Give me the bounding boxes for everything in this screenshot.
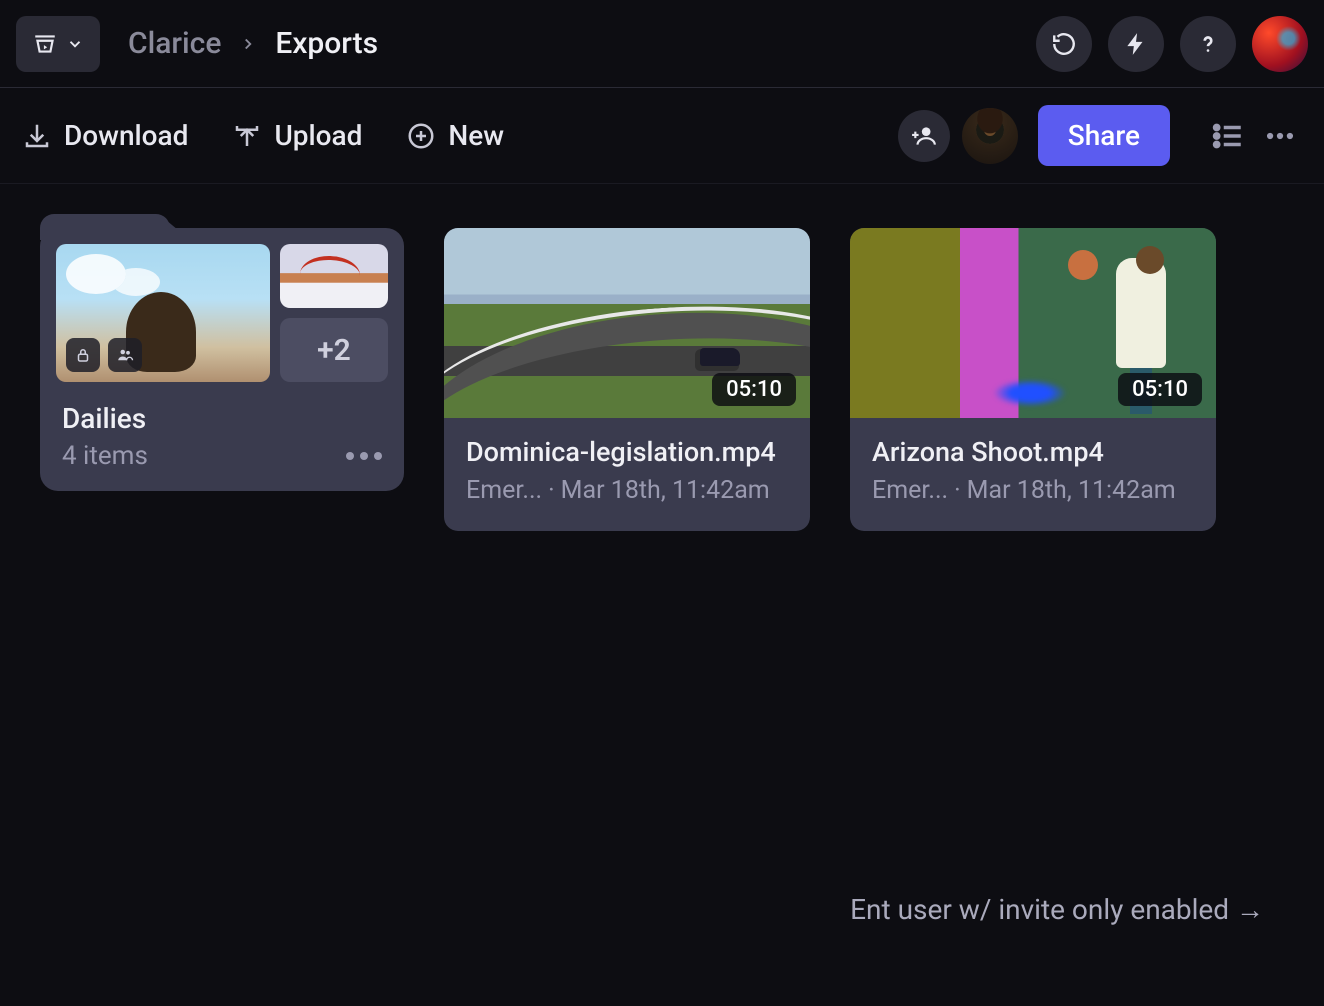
video-uploader: Emer... (466, 476, 542, 505)
lightning-icon (1123, 31, 1149, 57)
share-label: Share (1068, 119, 1140, 152)
lock-icon (66, 338, 100, 372)
new-button[interactable]: New (406, 119, 504, 152)
folder-thumbnail-group: +2 (56, 244, 388, 382)
video-title: Arizona Shoot.mp4 (872, 436, 1194, 468)
download-button[interactable]: Download (22, 119, 188, 152)
app-switcher[interactable] (16, 16, 100, 72)
action-bar: Download Upload New Share (0, 88, 1324, 184)
collaborator-avatar[interactable] (962, 108, 1018, 164)
breadcrumb: Clarice Exports (128, 26, 378, 61)
help-button[interactable] (1180, 16, 1236, 72)
folder-thumb-secondary (280, 244, 388, 308)
more-horizontal-icon (1263, 119, 1297, 153)
share-button[interactable]: Share (1038, 105, 1170, 166)
folder-more-count: +2 (280, 318, 388, 382)
footer-note: Ent user w/ invite only enabled → (850, 893, 1264, 926)
duration-badge: 05:10 (1118, 373, 1202, 406)
upload-label: Upload (274, 119, 362, 152)
folder-tab-decoration (40, 214, 170, 240)
add-collaborator-button[interactable] (898, 110, 950, 162)
new-label: New (448, 119, 504, 152)
app-logo-icon (32, 31, 58, 57)
refresh-button[interactable] (1036, 16, 1092, 72)
video-meta: Emer...·Mar 18th, 11:42am (872, 476, 1194, 505)
download-label: Download (64, 119, 188, 152)
folder-more-button[interactable] (346, 452, 388, 460)
plus-circle-icon (406, 121, 436, 151)
video-uploader: Emer... (872, 476, 948, 505)
download-icon (22, 121, 52, 151)
transfers-button[interactable] (1108, 16, 1164, 72)
content-grid: +2 Dailies 4 items 05:10 Dominica-legisl… (0, 184, 1324, 575)
video-timestamp: Mar 18th, 11:42am (561, 476, 770, 505)
video-thumbnail: 05:10 (444, 228, 810, 418)
add-user-icon (911, 123, 937, 149)
shared-icon (108, 338, 142, 372)
folder-card-dailies[interactable]: +2 Dailies 4 items (40, 228, 404, 491)
duration-badge: 05:10 (712, 373, 796, 406)
breadcrumb-parent[interactable]: Clarice (128, 26, 221, 61)
folder-item-count: 4 items (62, 441, 148, 471)
video-card-dominica[interactable]: 05:10 Dominica-legislation.mp4 Emer...·M… (444, 228, 810, 531)
list-view-toggle[interactable] (1206, 114, 1250, 158)
upload-icon (232, 121, 262, 151)
more-options-button[interactable] (1258, 114, 1302, 158)
video-timestamp: Mar 18th, 11:42am (967, 476, 1176, 505)
top-bar: Clarice Exports (0, 0, 1324, 88)
chevron-right-icon (239, 35, 257, 53)
chevron-down-icon (66, 35, 84, 53)
user-avatar[interactable] (1252, 16, 1308, 72)
folder-name: Dailies (62, 402, 388, 435)
upload-button[interactable]: Upload (232, 119, 362, 152)
list-icon (1211, 119, 1245, 153)
question-icon (1195, 31, 1221, 57)
breadcrumb-current: Exports (275, 26, 378, 61)
folder-thumb-primary (56, 244, 270, 382)
video-card-arizona[interactable]: 05:10 Arizona Shoot.mp4 Emer...·Mar 18th… (850, 228, 1216, 531)
refresh-icon (1051, 31, 1077, 57)
video-title: Dominica-legislation.mp4 (466, 436, 788, 468)
video-thumbnail: 05:10 (850, 228, 1216, 418)
video-meta: Emer...·Mar 18th, 11:42am (466, 476, 788, 505)
